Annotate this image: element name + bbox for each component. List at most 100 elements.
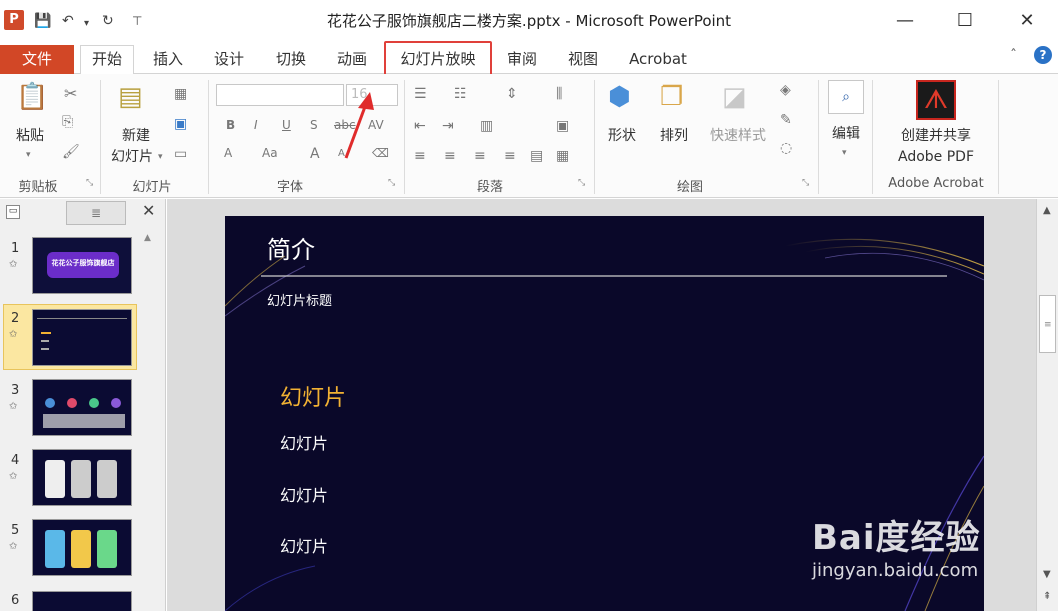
slide-subtitle[interactable]: 幻灯片标题: [267, 290, 332, 309]
shape-outline-icon[interactable]: ✎: [780, 112, 792, 128]
quick-styles-icon[interactable]: ◪: [722, 82, 747, 112]
tab-design[interactable]: 设计: [200, 46, 258, 74]
pane-scroll-up-icon[interactable]: ▲: [144, 233, 151, 243]
star-icon: ✩: [9, 329, 18, 340]
numbering-icon[interactable]: ☷: [454, 86, 467, 102]
redo-icon[interactable]: ↻: [102, 12, 114, 30]
vertical-scrollbar[interactable]: ▲ ≡ ▼ ⇞: [1036, 199, 1058, 611]
previous-slide-icon[interactable]: ⇞: [1043, 591, 1051, 602]
copy-icon[interactable]: ⎘: [62, 114, 73, 130]
paragraph-launcher-icon[interactable]: ⤡: [578, 178, 585, 188]
slide-thumbnail-5[interactable]: [32, 519, 132, 576]
scroll-down-icon[interactable]: ▼: [1043, 569, 1051, 580]
align-left-icon[interactable]: ≡: [414, 148, 426, 164]
close-button[interactable]: ✕: [1004, 6, 1050, 36]
tab-animations[interactable]: 动画: [322, 46, 382, 74]
new-slide-label-1[interactable]: 新建: [106, 126, 166, 146]
maximize-button[interactable]: ☐: [942, 6, 988, 36]
smartart-icon[interactable]: ▦: [556, 148, 569, 164]
reset-icon[interactable]: ▣: [174, 116, 187, 132]
slide-thumbnail-1[interactable]: 花花公子服饰旗舰店: [32, 237, 132, 294]
change-case-button[interactable]: Aa: [262, 146, 278, 160]
format-painter-icon[interactable]: 🖌: [62, 144, 80, 160]
shadow-button[interactable]: S: [310, 118, 318, 132]
slide-heading[interactable]: 幻灯片: [280, 380, 346, 412]
slide-bullet-1[interactable]: 幻灯片: [280, 430, 328, 454]
adobe-pdf-icon[interactable]: ᗑ: [916, 80, 956, 120]
paste-dropdown-icon[interactable]: ▾: [26, 150, 31, 160]
customize-quick-access-icon[interactable]: ⊤: [132, 12, 142, 30]
align-right-icon[interactable]: ≡: [474, 148, 486, 164]
baidu-watermark-url: jingyan.baidu.com: [812, 560, 979, 581]
slide-thumbnail-6[interactable]: [32, 591, 132, 611]
close-pane-icon[interactable]: ✕: [142, 201, 155, 220]
undo-icon[interactable]: ↶: [62, 12, 74, 30]
editing-dropdown-icon[interactable]: ▾: [842, 148, 847, 158]
section-icon[interactable]: ▭: [174, 146, 187, 162]
slides-view-tab[interactable]: ▭: [6, 205, 20, 219]
slide-number: 4: [11, 453, 20, 468]
slide-title[interactable]: 简介: [267, 230, 315, 265]
slide-bullet-2[interactable]: 幻灯片: [280, 482, 328, 506]
shape-fill-icon[interactable]: ◈: [780, 82, 791, 98]
scroll-up-icon[interactable]: ▲: [1043, 205, 1051, 216]
powerpoint-app-icon[interactable]: P: [4, 10, 24, 30]
outline-view-tab[interactable]: ≣: [66, 201, 126, 225]
columns-icon[interactable]: ▥: [480, 118, 493, 134]
grow-font-button[interactable]: A: [310, 146, 320, 162]
new-slide-label-2[interactable]: 幻灯片: [106, 147, 158, 167]
baidu-watermark-logo: Bai度经验: [812, 518, 981, 558]
decrease-indent-icon[interactable]: ⇤: [414, 118, 426, 134]
scroll-thumb[interactable]: ≡: [1039, 295, 1056, 353]
font-color-button[interactable]: A: [224, 146, 232, 160]
collapse-ribbon-icon[interactable]: ˆ: [1010, 48, 1017, 64]
create-pdf-label-1[interactable]: 创建并共享: [880, 126, 992, 146]
tab-home[interactable]: 开始: [80, 45, 134, 75]
text-direction-icon[interactable]: ⫼: [556, 86, 562, 102]
distributed-icon[interactable]: ▤: [530, 148, 543, 164]
cut-icon[interactable]: ✂: [64, 84, 77, 103]
tab-insert[interactable]: 插入: [140, 46, 196, 74]
tab-file[interactable]: 文件: [0, 45, 74, 74]
align-center-icon[interactable]: ≡: [444, 148, 456, 164]
underline-button[interactable]: U: [282, 118, 291, 132]
undo-dropdown-icon[interactable]: ▾: [84, 15, 89, 33]
italic-button[interactable]: I: [254, 118, 258, 132]
bold-button[interactable]: B: [226, 118, 235, 132]
slide-thumbnail-4[interactable]: [32, 449, 132, 506]
new-slide-icon[interactable]: ▤: [118, 82, 143, 112]
increase-indent-icon[interactable]: ⇥: [442, 118, 454, 134]
paste-button-label[interactable]: 粘贴: [10, 126, 50, 146]
save-icon[interactable]: 💾: [34, 12, 51, 30]
line-spacing-icon[interactable]: ⇕: [506, 86, 518, 102]
align-text-icon[interactable]: ▣: [556, 118, 569, 134]
shapes-label[interactable]: 形状: [600, 126, 644, 146]
tab-acrobat[interactable]: Acrobat: [616, 46, 700, 74]
slide-thumbnail-2[interactable]: [32, 309, 132, 366]
arrange-label[interactable]: 排列: [652, 126, 696, 146]
tab-view[interactable]: 视图: [554, 46, 612, 74]
drawing-launcher-icon[interactable]: ⤡: [802, 178, 809, 188]
layout-icon[interactable]: ▦: [174, 86, 187, 102]
quick-styles-label[interactable]: 快速样式: [702, 126, 774, 146]
editing-label[interactable]: 编辑: [822, 124, 870, 144]
help-icon[interactable]: ?: [1034, 46, 1052, 64]
arrange-icon[interactable]: ❐: [660, 82, 683, 112]
tab-transitions[interactable]: 切换: [262, 46, 320, 74]
slide-bullet-3[interactable]: 幻灯片: [280, 533, 328, 557]
minimize-button[interactable]: —: [882, 6, 928, 36]
find-binoculars-icon[interactable]: ⌕: [828, 80, 864, 114]
paste-icon[interactable]: 📋: [16, 82, 48, 112]
slide-thumbnail-3[interactable]: [32, 379, 132, 436]
new-slide-dropdown-icon[interactable]: ▾: [158, 152, 163, 162]
shapes-icon[interactable]: ⬢: [608, 82, 631, 112]
font-launcher-icon[interactable]: ⤡: [388, 178, 395, 188]
clipboard-launcher-icon[interactable]: ⤡: [86, 178, 93, 188]
shape-effects-icon[interactable]: ◌: [780, 140, 792, 156]
tab-review[interactable]: 审阅: [494, 46, 550, 74]
font-family-combo[interactable]: [216, 84, 344, 106]
thumbnail-title: 花花公子服饰旗舰店: [51, 259, 115, 267]
create-pdf-label-2[interactable]: Adobe PDF: [880, 147, 992, 167]
bullets-icon[interactable]: ☰: [414, 86, 427, 102]
justify-icon[interactable]: ≡: [504, 148, 516, 164]
